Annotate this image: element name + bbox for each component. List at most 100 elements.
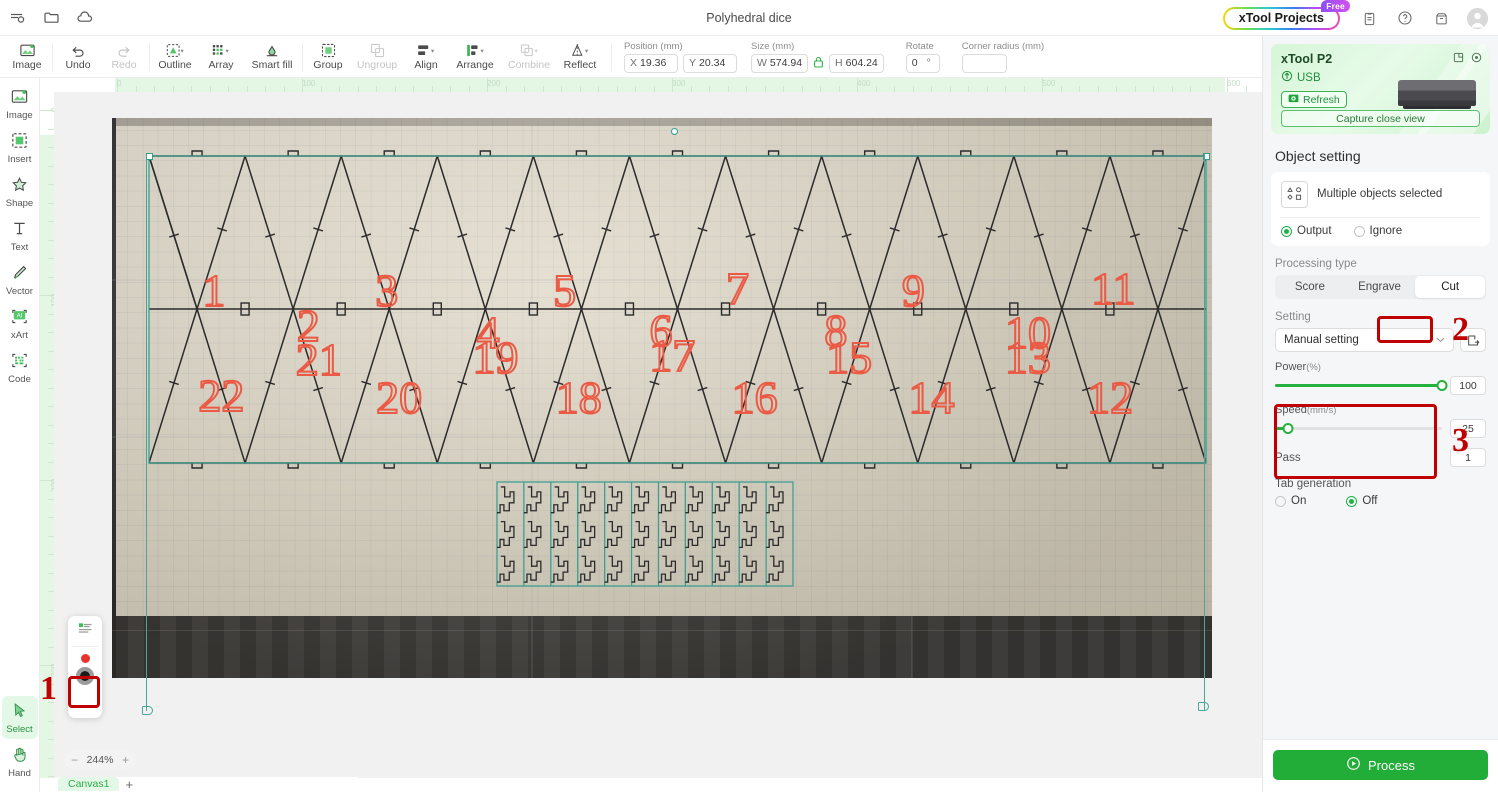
radio-ignore[interactable]: Ignore [1354,225,1403,237]
face-number: 21 [296,334,342,385]
red-marker-icon[interactable] [81,654,90,663]
rail-item-code-label: Code [8,374,31,385]
position-y-input[interactable]: Y 20.34 [683,54,737,73]
folder-icon[interactable] [34,3,68,33]
size-height-prefix: H [835,57,843,69]
size-height-value: 604.24 [846,57,878,69]
radio-tab-off[interactable]: Off [1346,495,1377,507]
toolbar-redo-button[interactable]: Redo [101,36,147,78]
xtool-projects-button[interactable]: xTool Projects Free [1223,7,1340,30]
power-slider-knob[interactable] [1437,380,1448,391]
list-settings-icon[interactable] [0,3,34,33]
help-circle-icon[interactable] [1392,5,1418,31]
clipboard-icon[interactable] [1356,5,1382,31]
toolbar-divider [611,43,612,71]
interlocking-piece [658,487,675,513]
user-avatar-icon[interactable] [1464,5,1490,31]
radio-output[interactable]: Output [1281,225,1332,237]
toolbar-reflect-button[interactable]: ▾ Reflect [557,36,603,78]
processing-type-cut[interactable]: Cut [1415,276,1485,298]
toolbar-undo-label: Undo [65,60,90,71]
rotate-input[interactable]: 0 ° [906,54,940,73]
setting-mode-select[interactable]: Manual setting [1275,328,1454,352]
power-input[interactable]: 100 [1450,376,1486,395]
canvas-viewport[interactable]: 12345678910112221201918171615141312 [54,92,1262,778]
rail-item-code[interactable]: Code [2,346,38,389]
toolbar-outline-button[interactable]: ▾ Outline [152,36,198,78]
capture-close-view-button[interactable]: Capture close view [1281,110,1480,127]
add-canvas-tab-button[interactable]: + [125,778,133,791]
speed-slider-knob[interactable] [1283,423,1294,434]
artwork-layer[interactable]: 12345678910112221201918171615141312 [54,92,1262,778]
corner-radius-input[interactable] [962,54,1007,73]
shopping-bag-icon[interactable] [1428,5,1454,31]
rail-item-insert[interactable]: Insert [2,126,38,169]
zoom-out-button[interactable]: − [71,753,78,767]
smart-fill-icon [263,42,281,59]
interlocking-piece [605,487,622,513]
processing-type-engrave[interactable]: Engrave [1345,275,1415,299]
device-refresh-button[interactable]: Refresh [1281,91,1347,108]
toolbar-smartfill-button[interactable]: Smart fill [244,36,300,78]
position-x-input[interactable]: X 19.36 [624,54,678,73]
rail-item-image[interactable]: Image [2,82,38,125]
toolbar-align-button[interactable]: ▾ Align [403,36,449,78]
ruler-h-label-300: 300 [672,79,685,88]
process-bar: Process [1263,739,1498,792]
guide-pin-left[interactable] [142,706,153,715]
toolbar-divider [149,43,150,71]
toolbar-ungroup-button[interactable]: Ungroup [351,36,403,78]
power-unit: (%) [1306,362,1321,373]
toolbar-undo-button[interactable]: Undo [55,36,101,78]
object-quick-panel[interactable] [68,616,102,718]
rail-item-vector[interactable]: Vector [2,258,38,301]
insert-shape-icon [10,131,29,153]
capture-close-view-label: Capture close view [1336,113,1425,125]
guide-pin-right[interactable] [1198,702,1209,711]
selection-handle-tl[interactable] [146,153,153,160]
toolbar-array-button[interactable]: ▾ Array [198,36,244,78]
power-slider[interactable] [1275,379,1442,393]
rail-item-hand[interactable]: Hand [2,740,38,783]
interlocking-piece [551,556,568,582]
rail-item-select[interactable]: Select [2,696,38,739]
toolbar-divider [52,43,53,71]
interlocking-piece [685,522,702,548]
hand-pan-icon [10,745,29,767]
layers-list-icon[interactable] [78,622,93,640]
toolbar-image-label: Image [12,60,41,71]
zoom-control[interactable]: − 244% + [64,750,136,769]
black-marker-icon[interactable] [76,667,94,685]
face-number: 12 [1087,372,1133,423]
size-height-input[interactable]: H 604.24 [829,54,884,73]
toolbar-arrange-button[interactable]: ▾ Arrange [449,36,501,78]
selection-rotate-handle[interactable] [671,128,678,135]
processing-type-score[interactable]: Score [1275,275,1345,299]
redo-icon [116,42,132,59]
left-tool-rail: Image Insert Shape [0,78,40,792]
rail-item-shape[interactable]: Shape [2,170,38,213]
zoom-level-label: 244% [87,754,114,766]
zoom-in-button[interactable]: + [122,753,129,767]
svg-text:▾: ▾ [585,48,588,55]
size-width-input[interactable]: W 574.94 [751,54,808,73]
rail-item-xart[interactable]: AI xArt [2,302,38,345]
radio-tab-on[interactable]: On [1275,495,1306,507]
process-button[interactable]: Process [1273,750,1488,780]
pen-vector-icon [10,263,29,285]
cloud-icon[interactable] [68,3,102,33]
toolbar-group-button[interactable]: Group [305,36,351,78]
toolbar-image-button[interactable]: Image [4,36,50,78]
interlocking-piece [739,522,756,548]
horizontal-ruler[interactable]: 0 100 200 300 400 500 600 [40,78,1262,92]
tab-canvas1[interactable]: Canvas1 [58,777,119,791]
ruler-work-area-h [115,78,1225,92]
toolbar-combine-button[interactable]: ▾ Combine [501,36,557,78]
toolbar-reflect-label: Reflect [564,60,597,71]
radio-ignore-label: Ignore [1370,225,1403,237]
interlocking-piece [685,556,702,582]
speed-slider[interactable] [1275,422,1442,436]
rail-item-text[interactable]: Text [2,214,38,257]
interlocking-piece [712,487,729,513]
lock-icon[interactable] [813,56,824,71]
